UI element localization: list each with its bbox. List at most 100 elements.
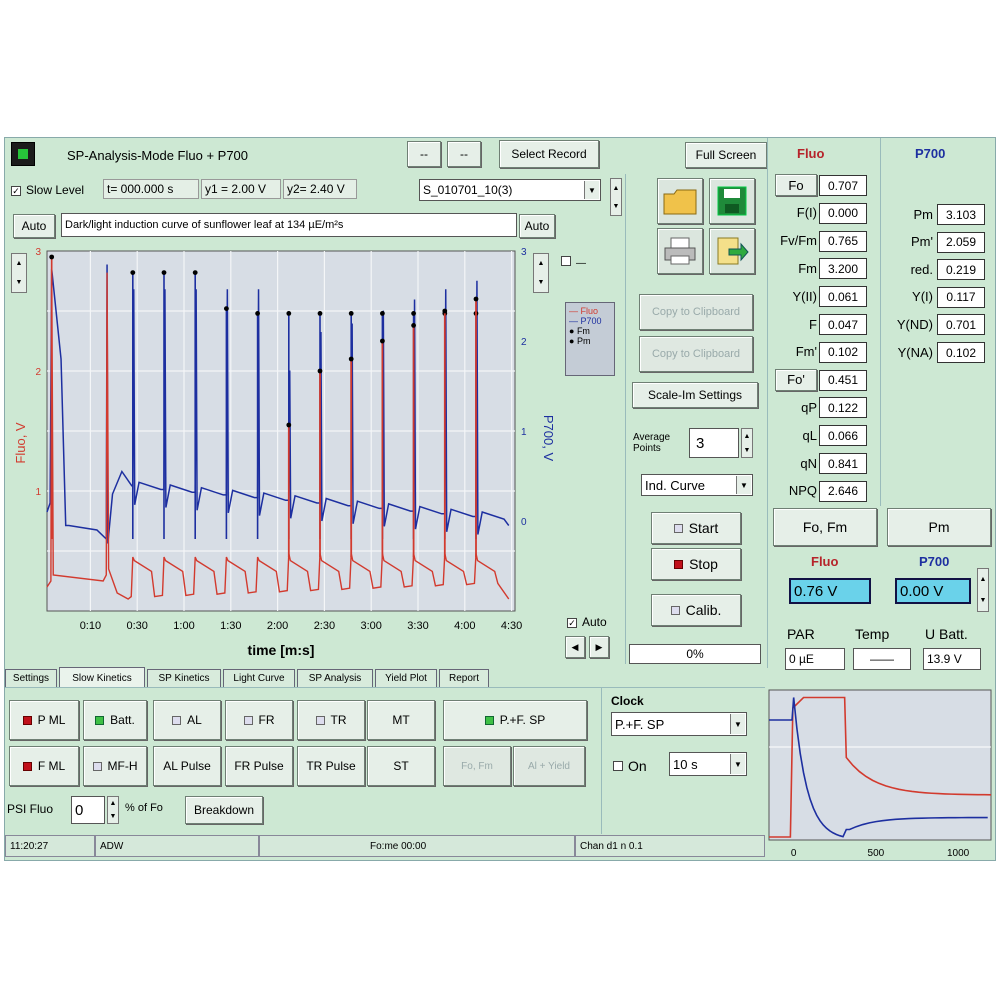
checkbox-icon bbox=[613, 761, 623, 771]
fr-button[interactable]: FR bbox=[225, 700, 293, 740]
tab-sp-analysis[interactable]: SP Analysis bbox=[297, 669, 373, 687]
fluo-param-label: Fm' bbox=[795, 344, 817, 360]
readout-spinner[interactable]: ▲ ▼ bbox=[977, 568, 989, 612]
clock-mode-select[interactable]: P.+F. SP ▼ bbox=[611, 712, 747, 736]
pm-button[interactable]: Pm bbox=[887, 508, 991, 546]
open-folder-button[interactable] bbox=[657, 178, 703, 224]
p700-param-label: Y(ND) bbox=[896, 316, 933, 332]
x-tick-label: 3:00 bbox=[360, 620, 381, 632]
average-points-spinner[interactable]: ▲ ▼ bbox=[741, 428, 753, 458]
y-right-tick-label: 2 bbox=[521, 337, 527, 348]
fo-fm-disabled-button[interactable]: Fo, Fm bbox=[443, 746, 511, 786]
psi-fluo-spinner[interactable]: ▲ ▼ bbox=[107, 796, 119, 824]
auto-checkbox[interactable]: ✓ Auto bbox=[567, 615, 607, 629]
mf-h-button[interactable]: MF-H bbox=[83, 746, 147, 786]
mini-plot-ticks: 0 500 1000 bbox=[791, 848, 970, 859]
fm-prime-point bbox=[473, 296, 479, 302]
tr-pulse-button[interactable]: TR Pulse bbox=[297, 746, 365, 786]
fluo-param-label: qN bbox=[800, 455, 817, 471]
calib-button[interactable]: Calib. bbox=[651, 594, 741, 626]
arrow-down-icon[interactable]: ▼ bbox=[744, 447, 751, 454]
tab-settings[interactable]: Settings bbox=[5, 669, 57, 687]
legend-toggle-checkbox[interactable]: — bbox=[561, 254, 586, 269]
nav-prev-button[interactable]: -- bbox=[407, 141, 441, 167]
y1-readout: y1 = 2.00 V bbox=[201, 179, 281, 199]
al-button[interactable]: AL bbox=[153, 700, 221, 740]
p-ml-button[interactable]: P ML bbox=[9, 700, 79, 740]
arrow-up-icon[interactable]: ▲ bbox=[110, 800, 117, 807]
al-yield-disabled-button[interactable]: Al + Yield bbox=[513, 746, 585, 786]
arrow-up-icon[interactable]: ▲ bbox=[613, 185, 620, 192]
fluo-param-label: qP bbox=[801, 399, 817, 415]
scroll-left-button[interactable]: ◀ bbox=[565, 636, 585, 658]
pf-sp-button[interactable]: P.+F. SP bbox=[443, 700, 587, 740]
mini-chart: 0 500 1000 bbox=[768, 689, 992, 859]
batt-button[interactable]: Batt. bbox=[83, 700, 147, 740]
clock-mode-value: P.+F. SP bbox=[615, 716, 665, 732]
chevron-down-icon[interactable]: ▼ bbox=[584, 181, 599, 199]
full-screen-button[interactable]: Full Screen bbox=[685, 142, 767, 168]
copy-clipboard-button-2[interactable]: Copy to Clipboard bbox=[639, 336, 753, 372]
select-record-button[interactable]: Select Record bbox=[499, 140, 599, 168]
st-button[interactable]: ST bbox=[367, 746, 435, 786]
chevron-down-icon[interactable]: ▼ bbox=[736, 476, 751, 494]
print-button[interactable] bbox=[657, 228, 703, 274]
f-ml-button[interactable]: F ML bbox=[9, 746, 79, 786]
tab-slow-kinetics[interactable]: Slow Kinetics bbox=[59, 667, 145, 688]
fm-prime-point bbox=[286, 422, 292, 428]
clock-interval-select[interactable]: 10 s ▼ bbox=[669, 752, 747, 776]
tab-light-curve[interactable]: Light Curve bbox=[223, 669, 295, 687]
legend-item: — P700 bbox=[569, 316, 602, 326]
auto-right-button[interactable]: Auto bbox=[519, 214, 555, 238]
fluo-readout-value: 0.76 V bbox=[794, 582, 838, 600]
fm-point bbox=[411, 311, 416, 316]
slow-level-checkbox[interactable]: ✓ Slow Level bbox=[11, 183, 84, 197]
clock-on-checkbox[interactable]: On bbox=[613, 758, 647, 774]
status-time: 11:20:27 bbox=[5, 835, 95, 857]
tr-button[interactable]: TR bbox=[297, 700, 365, 740]
scroll-right-button[interactable]: ▶ bbox=[589, 636, 609, 658]
scale-settings-button[interactable]: Scale-Im Settings bbox=[632, 382, 758, 408]
record-select[interactable]: S_010701_10(3) ▼ bbox=[419, 179, 601, 201]
fluo-param-label[interactable]: Fo bbox=[775, 174, 817, 196]
chevron-down-icon[interactable]: ▼ bbox=[730, 714, 745, 734]
divider bbox=[5, 687, 765, 688]
tab-yield-plot[interactable]: Yield Plot bbox=[375, 669, 437, 687]
mt-button[interactable]: MT bbox=[367, 700, 435, 740]
fluo-param-label[interactable]: Fo' bbox=[775, 368, 817, 391]
curve-select[interactable]: Ind. Curve ▼ bbox=[641, 474, 753, 496]
start-button[interactable]: Start bbox=[651, 512, 741, 544]
chevron-down-icon[interactable]: ▼ bbox=[730, 754, 745, 774]
nav-next-button[interactable]: -- bbox=[447, 141, 481, 167]
fluo-param-value: 0.451 bbox=[819, 369, 867, 391]
fo-fm-button[interactable]: Fo, Fm bbox=[773, 508, 877, 546]
copy-clipboard-button-1[interactable]: Copy to Clipboard bbox=[639, 294, 753, 330]
record-spinner[interactable]: ▲ ▼ bbox=[610, 178, 622, 216]
breakdown-button[interactable]: Breakdown bbox=[185, 796, 263, 824]
x-tick-label: 3:30 bbox=[407, 620, 428, 632]
checkbox-icon: ✓ bbox=[11, 186, 21, 196]
comment-field[interactable]: Dark/light induction curve of sunflower … bbox=[61, 213, 517, 237]
psi-fluo-input[interactable]: 0 bbox=[71, 796, 105, 824]
tab-report[interactable]: Report bbox=[439, 669, 489, 687]
auto-left-button[interactable]: Auto bbox=[13, 214, 55, 238]
fr-pulse-button[interactable]: FR Pulse bbox=[225, 746, 293, 786]
par-value: 0 µE bbox=[785, 648, 845, 670]
average-points-input[interactable]: 3 bbox=[689, 428, 739, 458]
pf-sp-label: P.+F. SP bbox=[499, 713, 546, 727]
al-pulse-button[interactable]: AL Pulse bbox=[153, 746, 221, 786]
tab-sp-kinetics[interactable]: SP Kinetics bbox=[147, 669, 221, 687]
stop-button[interactable]: Stop bbox=[651, 548, 741, 580]
save-button[interactable] bbox=[709, 178, 755, 224]
arrow-down-icon[interactable]: ▼ bbox=[613, 203, 620, 210]
temp-value: —— bbox=[853, 648, 911, 670]
y-right-tick-label: 3 bbox=[521, 247, 527, 258]
mini-x-tick-label: 500 bbox=[868, 848, 885, 859]
fluo-param-value: 0.066 bbox=[819, 425, 867, 447]
export-button[interactable] bbox=[709, 228, 755, 274]
indicator-icon bbox=[92, 761, 102, 771]
arrow-down-icon[interactable]: ▼ bbox=[110, 813, 117, 820]
arrow-down-icon[interactable]: ▼ bbox=[980, 597, 987, 604]
arrow-up-icon[interactable]: ▲ bbox=[744, 433, 751, 440]
arrow-up-icon[interactable]: ▲ bbox=[980, 576, 987, 583]
